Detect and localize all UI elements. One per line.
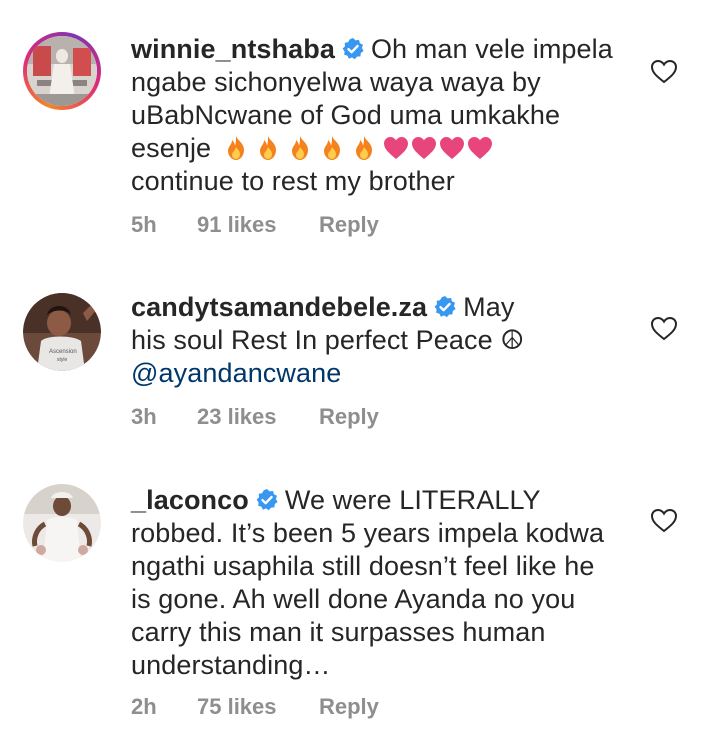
- mention-link[interactable]: @ayandancwane: [131, 358, 341, 388]
- fire-emoji-icon: [355, 136, 372, 160]
- avatar-image: Ascension style: [23, 293, 101, 371]
- fire-emoji-icon: [291, 136, 308, 160]
- reply-button[interactable]: Reply: [319, 694, 379, 720]
- comment-meta: 3h 23 likes Reply: [131, 404, 379, 430]
- comment-username[interactable]: _laconco: [131, 485, 249, 515]
- comment-likes[interactable]: 91 likes: [197, 212, 319, 238]
- verified-badge-icon: [342, 38, 364, 60]
- avatar-image: [27, 36, 97, 106]
- verified-badge-icon: [434, 296, 456, 318]
- comment-line: understanding…: [131, 650, 331, 680]
- heart-emoji-icon: [439, 137, 464, 159]
- comment-line: May: [463, 292, 515, 322]
- comment-line: We were LITERALLY: [284, 485, 541, 515]
- svg-text:Ascension: Ascension: [49, 349, 77, 355]
- comment-username[interactable]: winnie_ntshaba: [131, 34, 335, 64]
- comment-likes[interactable]: 75 likes: [197, 694, 319, 720]
- verified-badge-icon: [256, 489, 278, 511]
- comment-text: winnie_ntshaba Oh man vele impela ngabe s…: [131, 33, 631, 198]
- like-heart-icon[interactable]: [650, 507, 678, 533]
- reply-button[interactable]: Reply: [319, 212, 379, 238]
- fire-emoji-icon: [259, 136, 276, 160]
- comment-likes[interactable]: 23 likes: [197, 404, 319, 430]
- comment-line: Oh man vele impela: [370, 34, 613, 64]
- like-heart-icon[interactable]: [650, 58, 678, 84]
- avatar-image: [23, 484, 101, 562]
- comment-line: is gone. Ah well done Ayanda no you: [131, 584, 576, 614]
- user-avatar[interactable]: [23, 484, 101, 562]
- user-avatar[interactable]: [23, 32, 101, 110]
- comment-text: candytsamandebele.za May his soul Rest In…: [131, 291, 631, 390]
- comment-line: robbed. It’s been 5 years impela kodwa: [131, 518, 605, 548]
- comment-time: 5h: [131, 212, 157, 237]
- comment-time: 3h: [131, 404, 157, 429]
- fire-emoji-icon: [227, 136, 244, 160]
- comment-username[interactable]: candytsamandebele.za: [131, 292, 427, 322]
- comment-text: _laconco We were LITERALLY robbed. It’s b…: [131, 484, 631, 682]
- comment-line: his soul Rest In perfect Peace ☮: [131, 325, 525, 355]
- comment-line: uBabNcwane of God uma umkakhe: [131, 100, 561, 130]
- heart-emoji-icon: [411, 137, 436, 159]
- comment-line: esenje: [131, 133, 212, 163]
- heart-emoji-icon: [383, 137, 408, 159]
- comment-line: carry this man it surpasses human: [131, 617, 546, 647]
- comment-meta: 2h 75 likes Reply: [131, 694, 379, 720]
- heart-emoji-icon: [467, 137, 492, 159]
- comment-time: 2h: [131, 694, 157, 719]
- reply-button[interactable]: Reply: [319, 404, 379, 430]
- comment-line: continue to rest my brother: [131, 166, 455, 196]
- comment-meta: 5h 91 likes Reply: [131, 212, 379, 238]
- comment-line: ngathi usaphila still doesn’t feel like …: [131, 551, 595, 581]
- fire-emoji-icon: [323, 136, 340, 160]
- comment-line: ngabe sichonyelwa waya waya by: [131, 67, 541, 97]
- like-heart-icon[interactable]: [650, 315, 678, 341]
- svg-text:style: style: [57, 357, 68, 363]
- user-avatar[interactable]: Ascension style: [23, 293, 101, 371]
